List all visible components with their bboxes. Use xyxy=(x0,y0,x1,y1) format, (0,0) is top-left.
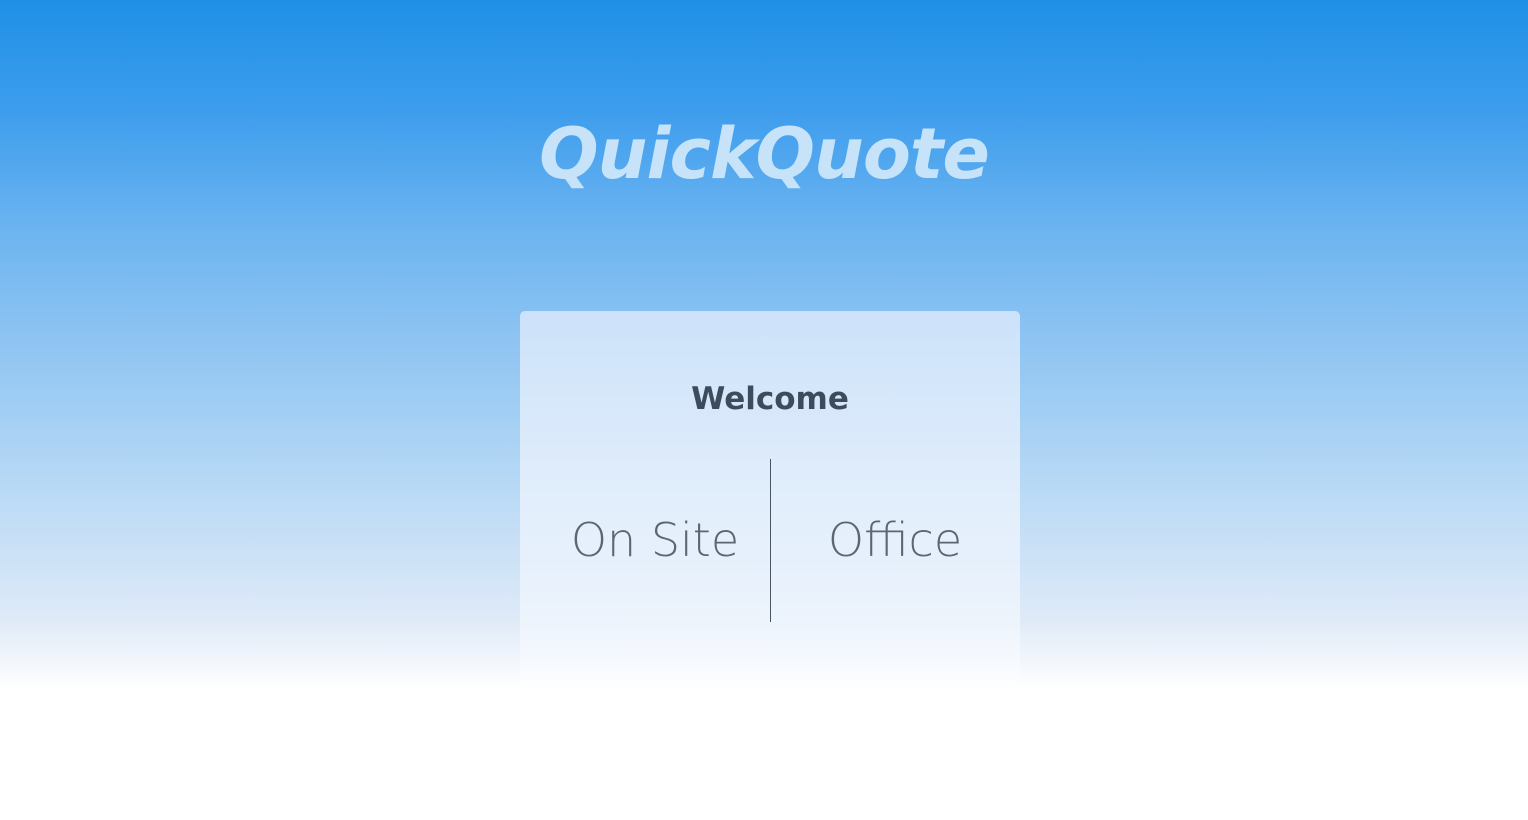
on-site-option[interactable]: On Site xyxy=(540,511,770,569)
welcome-card: Welcome On Site Office xyxy=(520,311,1020,691)
office-option[interactable]: Office xyxy=(780,511,1010,569)
card-title: Welcome xyxy=(691,381,849,417)
option-divider xyxy=(770,459,771,622)
app-logo-text: QuickQuote xyxy=(539,113,990,195)
